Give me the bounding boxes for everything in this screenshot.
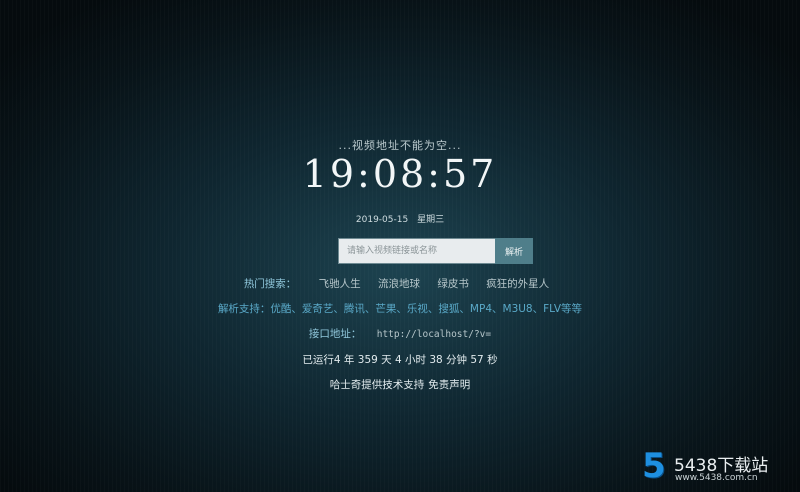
watermark-url: www.5438.com.cn (675, 473, 758, 483)
clock-display: 19:08:57 (302, 152, 498, 196)
hot-search-link[interactable]: 飞驰人生 (319, 278, 361, 290)
date-line: 2019-05-15 星期三 (0, 212, 800, 225)
api-label: 接口地址： (308, 328, 362, 340)
weekday-text: 星期三 (417, 215, 445, 225)
hot-search-link[interactable]: 疯狂的外星人 (486, 278, 549, 290)
date-text: 2019-05-15 (355, 215, 409, 225)
uptime-text: 已运行4 年 359 天 4 小时 38 分钟 57 秒 (302, 354, 498, 366)
site-watermark: 5 5438下载站 www.5438.com.cn (640, 448, 790, 484)
api-url: http://localhost/?v= (376, 329, 492, 340)
tech-support-text: 哈士奇提供技术支持 (329, 379, 425, 391)
disclaimer-link[interactable]: 免责声明 (428, 379, 470, 391)
supported-sites-link[interactable]: 解析支持：优酷、爱奇艺、腾讯、芒果、乐视、搜狐、MP4、M3U8、FLV等等 (218, 303, 582, 315)
support-row: 解析支持：优酷、爱奇艺、腾讯、芒果、乐视、搜狐、MP4、M3U8、FLV等等 (0, 301, 800, 316)
api-row: 接口地址： http://localhost/?v= (0, 326, 800, 341)
hot-search-link[interactable]: 绿皮书 (437, 278, 469, 290)
watermark-logo-icon: 5 (642, 446, 666, 486)
hot-search-label: 热门搜索： (243, 278, 297, 290)
video-url-input[interactable] (338, 238, 495, 264)
hot-search-link[interactable]: 流浪地球 (378, 278, 420, 290)
search-bar: 解析 (338, 238, 533, 264)
empty-url-notice: ...视频地址不能为空... (338, 139, 462, 152)
footer: 哈士奇提供技术支持 免责声明 (0, 377, 800, 392)
hot-search-row: 热门搜索： 飞驰人生 流浪地球 绿皮书 疯狂的外星人 (0, 276, 800, 291)
parse-button[interactable]: 解析 (495, 238, 533, 264)
